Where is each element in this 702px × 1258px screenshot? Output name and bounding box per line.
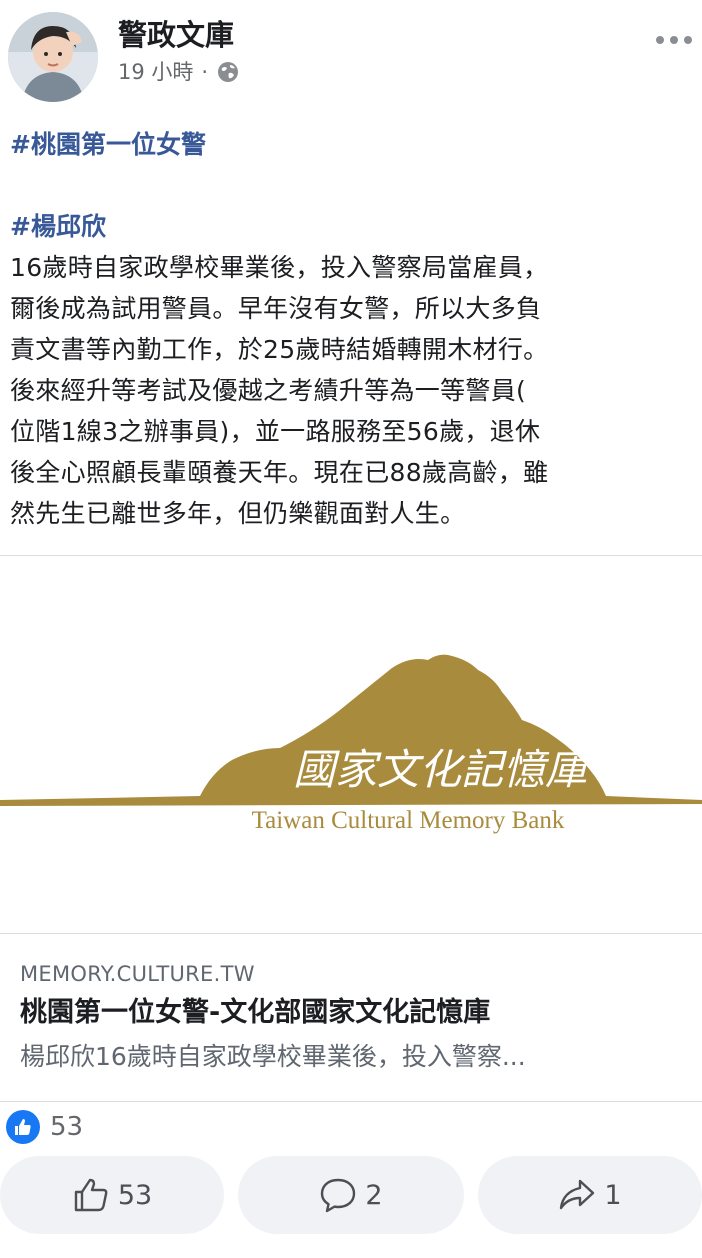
post-text: 16歲時自家政學校畢業後，投入警察局當雇員， 爾後成為試用警員。早年沒有女警，所… <box>10 247 694 534</box>
share-icon <box>560 1179 595 1210</box>
globe-icon <box>218 62 239 82</box>
post-text-line: 爾後成為試用警員。早年沒有女警，所以大多負 <box>10 294 542 323</box>
reactions-summary[interactable]: 53 <box>6 1110 83 1144</box>
hashtag-link[interactable]: #桃園第一位女警 <box>10 124 694 165</box>
post-time[interactable]: 19 小時 <box>118 58 193 86</box>
share-button[interactable]: 1 <box>478 1156 702 1234</box>
link-domain: MEMORY.CULTURE.TW <box>20 962 255 986</box>
post-text-line: 16歲時自家政學校畢業後，投入警察局當雇員， <box>10 253 549 282</box>
avatar-image <box>8 12 98 102</box>
link-title[interactable]: 桃園第一位女警-文化部國家文化記憶庫 <box>20 994 490 1032</box>
memory-bank-logo: 國家文化記憶庫 Taiwan Cultural Memory Bank <box>0 654 702 834</box>
post-header: 警政文庫 19 小時 · <box>0 0 702 110</box>
thumbs-up-icon <box>74 1178 108 1212</box>
share-count: 1 <box>604 1179 622 1211</box>
post-text-line: 後全心照顧長輩頤養天年。現在已88歲高齡，雖 <box>10 458 549 487</box>
logo-chinese-text: 國家文化記憶庫 <box>293 745 593 794</box>
hashtag-link[interactable]: #楊邱欣 <box>10 206 694 247</box>
more-options-icon[interactable] <box>656 28 692 52</box>
comment-count: 2 <box>365 1179 383 1211</box>
reaction-count: 53 <box>50 1112 84 1142</box>
post-meta: 19 小時 · <box>118 58 240 86</box>
post-text-line: 位階1線3之辦事員)，並一路服務至56歲，退休 <box>10 417 541 446</box>
page-name[interactable]: 警政文庫 <box>118 16 234 54</box>
avatar[interactable] <box>8 12 98 102</box>
divider <box>0 1101 702 1102</box>
like-button[interactable]: 53 <box>0 1156 224 1234</box>
post-text-line: 然先生已離世多年，但仍樂觀面對人生。 <box>10 499 466 528</box>
logo-english-text: Taiwan Cultural Memory Bank <box>252 807 565 834</box>
link-description: 楊邱欣16歲時自家政學校畢業後，投入警察... <box>20 1042 526 1071</box>
link-preview-image[interactable]: 國家文化記憶庫 Taiwan Cultural Memory Bank <box>0 556 702 934</box>
comment-button[interactable]: 2 <box>238 1156 464 1234</box>
post-text-line: 責文書等內勤工作，於25歲時結婚轉開木材行。 <box>10 335 549 364</box>
like-reaction-icon <box>6 1110 40 1144</box>
post-body: #桃園第一位女警 #楊邱欣 16歲時自家政學校畢業後，投入警察局當雇員， 爾後成… <box>10 124 694 534</box>
action-bar: 53 2 1 <box>0 1156 702 1234</box>
comment-icon <box>321 1178 356 1213</box>
meta-separator: · <box>201 60 209 84</box>
post-text-line: 後來經升等考試及優越之考績升等為一等警員( <box>10 376 527 405</box>
like-count: 53 <box>117 1179 153 1211</box>
